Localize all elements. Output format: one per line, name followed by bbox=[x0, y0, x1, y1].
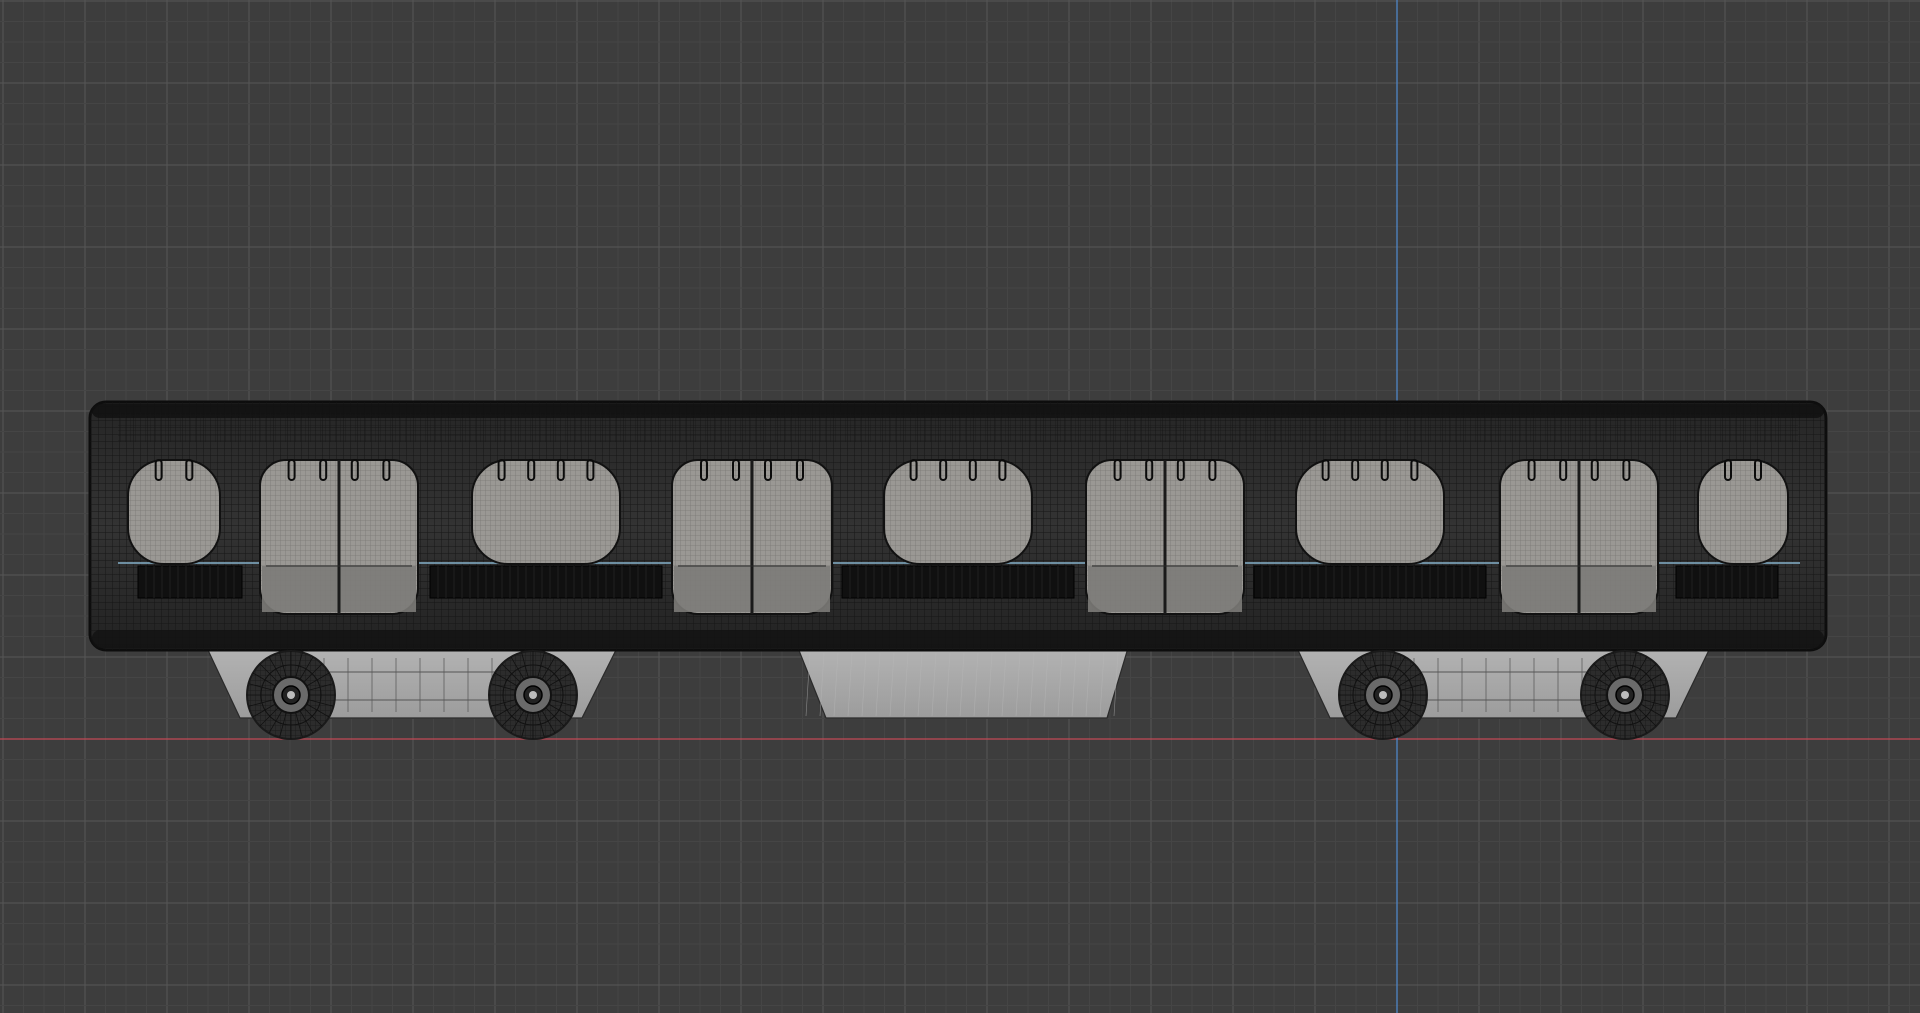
wheel-axle-cap bbox=[529, 691, 537, 699]
center-tank bbox=[797, 647, 1129, 719]
seat-band bbox=[1253, 565, 1487, 599]
train-car-mesh[interactable] bbox=[88, 400, 1828, 740]
wheel-axle-cap bbox=[287, 691, 295, 699]
3d-viewport[interactable] bbox=[0, 0, 1920, 1013]
side-window-mesh bbox=[1698, 460, 1788, 564]
seat-band bbox=[841, 565, 1075, 599]
side-window-mesh bbox=[1296, 460, 1444, 564]
undercarriage bbox=[206, 647, 1711, 719]
floor-edge bbox=[92, 630, 1824, 648]
seat-band bbox=[429, 565, 663, 599]
car-windows bbox=[127, 459, 1789, 615]
side-window-mesh bbox=[884, 460, 1032, 564]
seat-band bbox=[1675, 565, 1779, 599]
side-window-mesh bbox=[128, 460, 220, 564]
viewport-canvas[interactable] bbox=[0, 0, 1920, 1013]
wheel-axle-cap bbox=[1621, 691, 1629, 699]
wheel-axle-cap bbox=[1379, 691, 1387, 699]
roof-panel-wireframe bbox=[118, 412, 1798, 442]
side-window-mesh bbox=[472, 460, 620, 564]
